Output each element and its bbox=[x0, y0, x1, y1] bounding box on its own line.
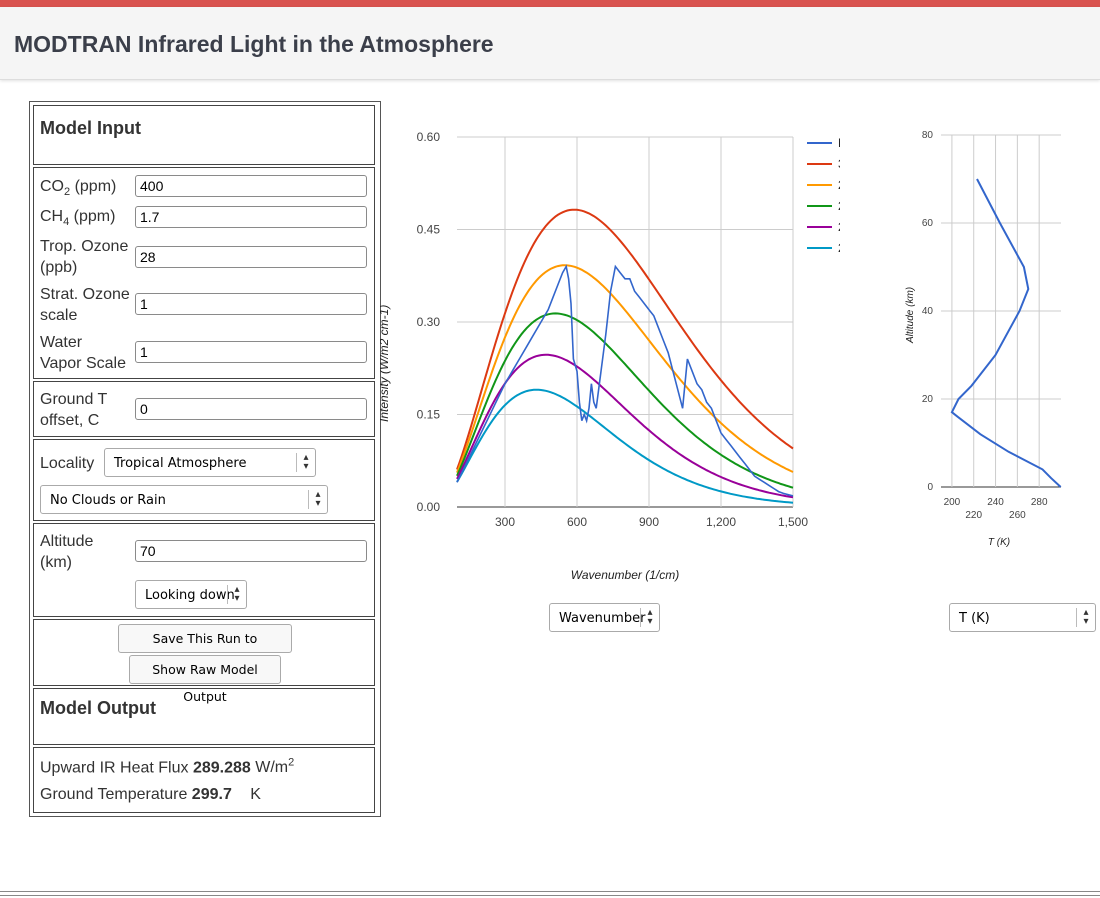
y-tick-label: 40 bbox=[922, 306, 934, 317]
model-output-title: Model Output bbox=[40, 698, 156, 718]
profile-grid bbox=[941, 134, 1061, 488]
strat-ozone-label: Strat. Ozone scale bbox=[40, 286, 130, 324]
spectrum-axis-select[interactable]: Wavenumber ▴ ▾ bbox=[549, 603, 660, 632]
x-tick-label: 260 bbox=[1009, 510, 1026, 521]
trop-ozone-input[interactable] bbox=[135, 246, 367, 268]
gas-inputs-section: CO2 (ppm) CH4 (ppm) Trop. Ozone(ppb) Str… bbox=[33, 167, 375, 379]
profile-variable-select[interactable]: T (K) ▴ ▾ bbox=[949, 603, 1096, 632]
ground-section: Ground Toffset, C bbox=[33, 381, 375, 437]
legend-label: 300 K bbox=[838, 157, 840, 171]
series-line-280-k bbox=[456, 264, 794, 473]
look-direction-select[interactable]: Looking down ▴ ▾ bbox=[135, 580, 247, 609]
flux-label: Upward IR Heat Flux bbox=[40, 759, 189, 777]
series-line-240-k bbox=[456, 353, 794, 499]
co2-input[interactable] bbox=[135, 175, 367, 197]
spectrum-chart: 0.000.150.300.450.60300 600 900 1,200 1,500 … bbox=[380, 130, 840, 582]
spectrum-series bbox=[456, 208, 794, 504]
ch4-label: CH4 (ppm) bbox=[40, 208, 116, 229]
legend-label: 280 K bbox=[838, 178, 840, 192]
x-tick-label: 240 bbox=[987, 497, 1004, 508]
chevron-updown-icon: ▴ ▾ bbox=[296, 453, 315, 472]
spectrum-x-axis-label: Wavenumber (1/cm) bbox=[571, 568, 679, 582]
legend-label: 240 K bbox=[838, 220, 840, 234]
altitude-section: Altitude(km) Looking down ▴▾ bbox=[33, 523, 375, 617]
y-tick-label: 0.30 bbox=[417, 315, 441, 329]
chevron-updown-icon: ▴ ▾ bbox=[640, 608, 659, 627]
altitude-input[interactable] bbox=[135, 540, 367, 562]
water-vapor-label: Water Vapor Scale bbox=[40, 334, 126, 372]
flux-row: Upward IR Heat Flux 289.288 W/m2 bbox=[40, 757, 294, 777]
profile-y-axis-label: Altitude (km) bbox=[905, 287, 916, 344]
chevron-updown-icon: ▴ ▾ bbox=[227, 585, 246, 604]
legend-label: Model bbox=[838, 136, 840, 150]
spectrum-grid bbox=[457, 136, 794, 508]
co2-label: CO2 (ppm) bbox=[40, 178, 117, 199]
ch4-input[interactable] bbox=[135, 206, 367, 228]
show-raw-output-button[interactable]: Show Raw Model Output bbox=[129, 655, 281, 704]
chevron-updown-icon: ▴ ▾ bbox=[308, 490, 327, 509]
y-tick-label: 0 bbox=[927, 482, 933, 493]
ground-temp-value: 299.7 bbox=[191, 786, 232, 803]
ground-offset-input[interactable] bbox=[135, 398, 367, 420]
altitude-label: Altitude (km) bbox=[40, 533, 94, 571]
x-tick-label: 220 bbox=[965, 510, 982, 521]
app-title: MODTRAN Infrared Light in the Atmosphere bbox=[14, 31, 494, 57]
spectrum-legend: Model 300 K 280 K 260 K 240 K 220 K bbox=[807, 136, 840, 255]
x-tick-label: 300 bbox=[495, 515, 515, 529]
x-tick-label: 1,200 bbox=[706, 515, 736, 529]
y-tick-label: 20 bbox=[922, 394, 934, 405]
save-run-button[interactable]: Save This Run to Background bbox=[118, 624, 292, 673]
y-tick-label: 0.45 bbox=[417, 223, 441, 237]
profile-x-axis-label: T (K) bbox=[988, 537, 1010, 548]
legend-label: 220 K bbox=[838, 241, 840, 255]
water-vapor-input[interactable] bbox=[135, 341, 367, 363]
x-tick-label: 600 bbox=[567, 515, 587, 529]
locality-section: Locality Tropical Atmosphere ▴ ▾ No Cloud… bbox=[33, 439, 375, 521]
temperature-profile-chart: 0 20 40 60 80 200 220 240 260 280 T (K) Altitude … bbox=[905, 130, 1062, 548]
y-tick-label: 60 bbox=[922, 218, 934, 229]
model-output-section: Model Output bbox=[33, 688, 375, 745]
temperature-profile-line bbox=[950, 178, 1062, 488]
trop-ozone-label: Trop. Ozone (ppb) bbox=[40, 238, 129, 276]
model-input-section: Model Input bbox=[33, 105, 375, 165]
x-tick-label: 1,500 bbox=[778, 515, 808, 529]
model-panel: Model Input CO2 (ppm) CH4 (ppm) Trop. Oz… bbox=[29, 101, 381, 817]
top-accent-bar bbox=[0, 0, 1100, 7]
ground-temp-label: Ground Temperature bbox=[40, 786, 188, 803]
page-footer-rule bbox=[0, 891, 1100, 896]
y-tick-label: 0.60 bbox=[417, 130, 441, 144]
y-tick-label: 80 bbox=[922, 130, 934, 141]
flux-value: 289.288 bbox=[192, 759, 251, 777]
ground-offset-label: Ground Toffset, C bbox=[40, 391, 108, 429]
strat-ozone-input[interactable] bbox=[135, 293, 367, 315]
profile-series bbox=[950, 178, 1062, 488]
app-header: MODTRAN Infrared Light in the Atmosphere bbox=[0, 7, 1100, 80]
ground-temp-row: Ground Temperature 299.7 K bbox=[40, 786, 261, 804]
x-tick-label: 900 bbox=[639, 515, 659, 529]
ground-temp-unit: K bbox=[250, 786, 261, 803]
clouds-select[interactable]: No Clouds or Rain ▴ ▾ bbox=[40, 485, 328, 514]
flux-unit: W/m2 bbox=[255, 757, 295, 777]
y-tick-label: 0.15 bbox=[417, 408, 441, 422]
x-tick-label: 200 bbox=[944, 497, 961, 508]
series-line-300-k bbox=[456, 208, 794, 470]
model-input-title: Model Input bbox=[40, 118, 141, 138]
legend-label: 260 K bbox=[838, 199, 840, 213]
actions-section: Save This Run to Background Show Raw Mod… bbox=[33, 619, 375, 704]
y-tick-label: 0.00 bbox=[417, 500, 441, 514]
locality-select[interactable]: Tropical Atmosphere ▴ ▾ bbox=[104, 448, 316, 477]
x-tick-label: 280 bbox=[1031, 497, 1048, 508]
locality-label: Locality bbox=[40, 455, 95, 472]
spectrum-y-axis-label: Intensity (W/m2 cm-1) bbox=[380, 305, 391, 422]
chevron-updown-icon: ▴ ▾ bbox=[1076, 608, 1095, 627]
results-section: Upward IR Heat Flux 289.288 W/m2 Ground … bbox=[33, 747, 375, 813]
